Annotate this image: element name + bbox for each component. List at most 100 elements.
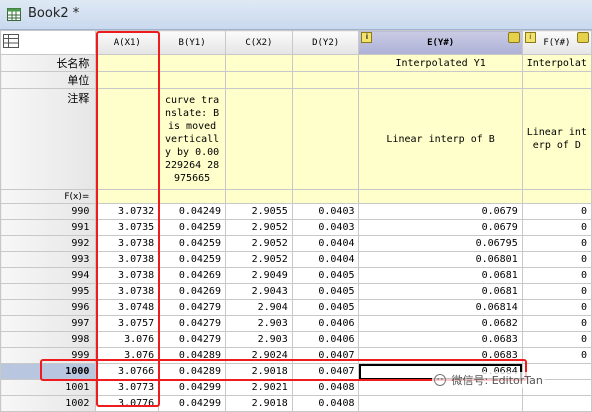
row-number[interactable]: 992 bbox=[0, 235, 97, 252]
column-header-e[interactable]: i E(Y#) bbox=[358, 30, 523, 55]
info-icon[interactable]: i bbox=[524, 32, 536, 43]
select-all-corner[interactable] bbox=[0, 30, 97, 55]
comment-cell[interactable]: curve translate: B is moved vertically b… bbox=[158, 88, 226, 190]
data-cell[interactable]: 2.9052 bbox=[224, 219, 293, 236]
comment-cell[interactable] bbox=[224, 88, 293, 190]
data-cell[interactable]: 0.0679 bbox=[358, 219, 523, 236]
data-cell[interactable]: 0.04259 bbox=[158, 251, 226, 268]
data-cell[interactable]: 0.0406 bbox=[291, 315, 360, 332]
row-number[interactable]: 994 bbox=[0, 267, 97, 284]
data-cell[interactable]: 2.9055 bbox=[224, 203, 293, 220]
units-cell[interactable] bbox=[521, 71, 592, 89]
formula-row: F(x)= bbox=[0, 189, 592, 204]
data-cell[interactable] bbox=[358, 395, 523, 412]
data-cell[interactable]: 0.04259 bbox=[158, 235, 226, 252]
row-number[interactable]: 995 bbox=[0, 283, 97, 300]
data-cell[interactable]: 0.04259 bbox=[158, 219, 226, 236]
column-header-f[interactable]: i F(Y#) bbox=[521, 30, 592, 55]
data-cell[interactable]: 0.06814 bbox=[358, 299, 523, 316]
data-cell[interactable]: 0 bbox=[521, 315, 592, 332]
data-cell[interactable]: 0.0683 bbox=[358, 331, 523, 348]
comment-cell[interactable] bbox=[291, 88, 360, 190]
row-number[interactable]: 998 bbox=[0, 331, 97, 348]
data-cell[interactable]: 0.04269 bbox=[158, 283, 226, 300]
data-cell[interactable]: 2.9052 bbox=[224, 235, 293, 252]
data-cell[interactable]: 2.903 bbox=[224, 331, 293, 348]
data-cell[interactable]: 0.0405 bbox=[291, 299, 360, 316]
comment-cell[interactable]: Linear interp of D bbox=[521, 88, 592, 190]
info-icon[interactable]: i bbox=[361, 32, 373, 43]
data-cell[interactable]: 2.9018 bbox=[224, 395, 293, 412]
long-name-cell[interactable]: Interpolated Y1 bbox=[358, 54, 523, 72]
data-cell[interactable]: 0.06795 bbox=[358, 235, 523, 252]
data-cell[interactable]: 0 bbox=[521, 267, 592, 284]
formula-cell[interactable] bbox=[358, 189, 523, 204]
units-cell[interactable] bbox=[158, 71, 226, 89]
data-cell[interactable]: 0.04269 bbox=[158, 267, 226, 284]
data-cell[interactable]: 0.0679 bbox=[358, 203, 523, 220]
data-cell[interactable]: 2.9021 bbox=[224, 379, 293, 396]
data-cell[interactable]: 0 bbox=[521, 347, 592, 364]
column-header-b[interactable]: B(Y1) bbox=[158, 30, 226, 55]
formula-cell[interactable] bbox=[291, 189, 360, 204]
data-cell[interactable]: 2.904 bbox=[224, 299, 293, 316]
workbook-icon bbox=[7, 8, 21, 21]
table-row: 995 3.0738 0.04269 2.9043 0.0405 0.0681 0 bbox=[0, 283, 592, 300]
data-cell[interactable]: 0.04249 bbox=[158, 203, 226, 220]
data-cell[interactable]: 0.04299 bbox=[158, 395, 226, 412]
formula-cell[interactable] bbox=[224, 189, 293, 204]
formula-cell[interactable] bbox=[521, 189, 592, 204]
data-cell[interactable]: 0.0405 bbox=[291, 283, 360, 300]
data-cell[interactable]: 0.0403 bbox=[291, 203, 360, 220]
row-number[interactable]: 991 bbox=[0, 219, 97, 236]
data-cell[interactable]: 0.0403 bbox=[291, 219, 360, 236]
data-cell[interactable]: 0 bbox=[521, 331, 592, 348]
units-cell[interactable] bbox=[291, 71, 360, 89]
table-row: 992 3.0738 0.04259 2.9052 0.0404 0.06795 0 bbox=[0, 235, 592, 252]
long-name-cell[interactable] bbox=[291, 54, 360, 72]
data-cell[interactable]: 0.0404 bbox=[291, 251, 360, 268]
row-number[interactable]: 996 bbox=[0, 299, 97, 316]
data-cell[interactable]: 2.9052 bbox=[224, 251, 293, 268]
data-cell[interactable]: 2.903 bbox=[224, 315, 293, 332]
data-cell[interactable]: 0 bbox=[521, 219, 592, 236]
row-number[interactable]: 993 bbox=[0, 251, 97, 268]
row-number[interactable]: 1002 bbox=[0, 395, 97, 412]
comment-cell[interactable]: Linear interp of B bbox=[358, 88, 523, 190]
data-cell[interactable]: 0.0681 bbox=[358, 267, 523, 284]
data-cell[interactable]: 0 bbox=[521, 235, 592, 252]
data-cell[interactable]: 0.04279 bbox=[158, 299, 226, 316]
row-number[interactable]: 990 bbox=[0, 203, 97, 220]
recalculate-lock-icon[interactable] bbox=[507, 32, 520, 43]
data-cell[interactable]: 0.0408 bbox=[291, 379, 360, 396]
data-cell[interactable]: 0.04279 bbox=[158, 315, 226, 332]
data-cell[interactable]: 0.0681 bbox=[358, 283, 523, 300]
data-cell[interactable]: 0.0404 bbox=[291, 235, 360, 252]
column-header-c[interactable]: C(X2) bbox=[224, 30, 293, 55]
data-cell[interactable]: 0.04299 bbox=[158, 379, 226, 396]
recalculate-lock-icon[interactable] bbox=[577, 32, 589, 43]
formula-cell[interactable] bbox=[158, 189, 226, 204]
long-name-cell[interactable] bbox=[158, 54, 226, 72]
data-cell[interactable]: 2.9043 bbox=[224, 283, 293, 300]
data-cell[interactable]: 0.06801 bbox=[358, 251, 523, 268]
row-number[interactable]: 997 bbox=[0, 315, 97, 332]
data-cell[interactable]: 0 bbox=[521, 203, 592, 220]
data-cell[interactable]: 0 bbox=[521, 283, 592, 300]
data-cell[interactable]: 0.04279 bbox=[158, 331, 226, 348]
units-cell[interactable] bbox=[224, 71, 293, 89]
units-cell[interactable] bbox=[358, 71, 523, 89]
column-header-d[interactable]: D(Y2) bbox=[291, 30, 360, 55]
data-cell[interactable]: 0.0682 bbox=[358, 315, 523, 332]
data-cell[interactable]: 0.0408 bbox=[291, 395, 360, 412]
long-name-cell[interactable] bbox=[224, 54, 293, 72]
table-row: 996 3.0748 0.04279 2.904 0.0405 0.06814 0 bbox=[0, 299, 592, 316]
data-cell[interactable]: 0.0406 bbox=[291, 331, 360, 348]
row-number[interactable]: 1001 bbox=[0, 379, 97, 396]
long-name-cell[interactable]: Interpolat bbox=[521, 54, 592, 72]
data-cell[interactable]: 0.0405 bbox=[291, 267, 360, 284]
data-cell[interactable]: 0 bbox=[521, 299, 592, 316]
data-cell[interactable] bbox=[521, 395, 592, 412]
data-cell[interactable]: 0 bbox=[521, 251, 592, 268]
data-cell[interactable]: 2.9049 bbox=[224, 267, 293, 284]
